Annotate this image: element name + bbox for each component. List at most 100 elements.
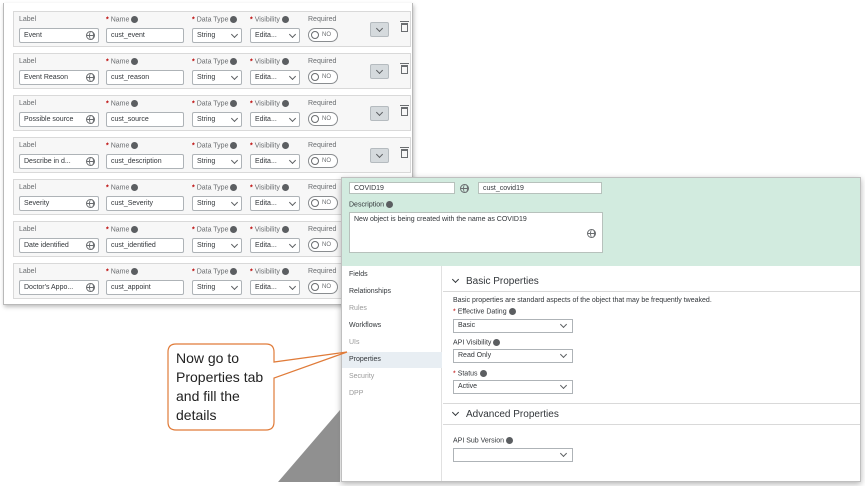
- api-visibility-select[interactable]: Read Only: [453, 349, 573, 363]
- data-type-select[interactable]: String: [192, 112, 242, 127]
- visibility-select[interactable]: Edita...: [250, 280, 300, 295]
- data-type-header: * Data Type: [192, 184, 238, 191]
- label-input[interactable]: Date identified: [19, 238, 99, 253]
- help-icon[interactable]: [385, 201, 393, 208]
- object-code-input[interactable]: cust_covid19: [478, 182, 602, 194]
- nav-item-properties[interactable]: Properties: [342, 352, 442, 368]
- effective-dating-select[interactable]: Basic: [453, 319, 573, 333]
- required-toggle[interactable]: NO: [308, 112, 338, 126]
- data-type-select[interactable]: String: [192, 154, 242, 169]
- visibility-header: * Visibility: [250, 142, 289, 149]
- help-icon[interactable]: [281, 58, 289, 65]
- required-toggle[interactable]: NO: [308, 154, 338, 168]
- label-input[interactable]: Possible source: [19, 112, 99, 127]
- globe-icon[interactable]: [86, 31, 95, 40]
- chevron-down-icon: [451, 275, 460, 284]
- name-input[interactable]: cust_reason: [106, 70, 184, 85]
- nav-item-workflows[interactable]: Workflows: [342, 318, 442, 334]
- help-icon[interactable]: [230, 58, 238, 65]
- name-header: * Name: [106, 100, 139, 107]
- data-type-select[interactable]: String: [192, 28, 242, 43]
- name-input[interactable]: cust_Severity: [106, 196, 184, 211]
- globe-icon[interactable]: [86, 115, 95, 124]
- advanced-properties-header[interactable]: Advanced Properties: [451, 408, 559, 420]
- help-icon[interactable]: [230, 226, 238, 233]
- help-icon[interactable]: [281, 226, 289, 233]
- globe-icon[interactable]: [86, 283, 95, 292]
- globe-icon[interactable]: [587, 229, 596, 238]
- help-icon[interactable]: [281, 16, 289, 23]
- nav-item-fields[interactable]: Fields: [342, 267, 442, 283]
- label-input[interactable]: Event: [19, 28, 99, 43]
- help-icon[interactable]: [131, 142, 139, 149]
- name-input[interactable]: cust_description: [106, 154, 184, 169]
- name-input[interactable]: cust_identified: [106, 238, 184, 253]
- label-input[interactable]: Doctor's Appo...: [19, 280, 99, 295]
- help-icon[interactable]: [230, 268, 238, 275]
- help-icon[interactable]: [131, 226, 139, 233]
- help-icon[interactable]: [479, 370, 487, 377]
- required-toggle[interactable]: NO: [308, 238, 338, 252]
- expand-row-button[interactable]: [370, 64, 389, 79]
- nav-item-relationships[interactable]: Relationships: [342, 284, 442, 300]
- help-icon[interactable]: [281, 142, 289, 149]
- required-toggle[interactable]: NO: [308, 28, 338, 42]
- help-icon[interactable]: [230, 184, 238, 191]
- help-icon[interactable]: [131, 16, 139, 23]
- expand-row-button[interactable]: [370, 148, 389, 163]
- nav-item-rules[interactable]: Rules: [342, 301, 442, 317]
- status-select[interactable]: Active: [453, 380, 573, 394]
- expand-row-button[interactable]: [370, 22, 389, 37]
- data-type-select[interactable]: String: [192, 70, 242, 85]
- trash-icon[interactable]: [400, 21, 409, 32]
- label-input[interactable]: Describe in d...: [19, 154, 99, 169]
- required-toggle[interactable]: NO: [308, 70, 338, 84]
- nav-item-security[interactable]: Security: [342, 369, 442, 385]
- help-icon[interactable]: [131, 58, 139, 65]
- basic-properties-header[interactable]: Basic Properties: [451, 275, 539, 287]
- description-textarea[interactable]: New object is being created with the nam…: [349, 212, 603, 253]
- data-type-select[interactable]: String: [192, 196, 242, 211]
- data-type-select[interactable]: String: [192, 280, 242, 295]
- globe-icon[interactable]: [86, 157, 95, 166]
- nav-item-dpp[interactable]: DPP: [342, 386, 442, 402]
- visibility-select[interactable]: Edita...: [250, 154, 300, 169]
- data-type-select[interactable]: String: [192, 238, 242, 253]
- label-input[interactable]: Severity: [19, 196, 99, 211]
- visibility-select[interactable]: Edita...: [250, 28, 300, 43]
- globe-icon[interactable]: [86, 241, 95, 250]
- help-icon[interactable]: [493, 339, 501, 346]
- help-icon[interactable]: [131, 268, 139, 275]
- object-label-input[interactable]: COVID19: [349, 182, 455, 194]
- basic-properties-title: Basic Properties: [466, 276, 539, 287]
- label-input[interactable]: Event Reason: [19, 70, 99, 85]
- help-icon[interactable]: [281, 184, 289, 191]
- globe-icon[interactable]: [86, 199, 95, 208]
- trash-icon[interactable]: [400, 63, 409, 74]
- api-sub-version-select[interactable]: [453, 448, 573, 462]
- help-icon[interactable]: [230, 16, 238, 23]
- globe-icon[interactable]: [460, 184, 469, 193]
- nav-item-uis[interactable]: UIs: [342, 335, 442, 351]
- visibility-select[interactable]: Edita...: [250, 70, 300, 85]
- required-toggle[interactable]: NO: [308, 196, 338, 210]
- trash-icon[interactable]: [400, 147, 409, 158]
- name-input[interactable]: cust_source: [106, 112, 184, 127]
- help-icon[interactable]: [505, 437, 513, 444]
- help-icon[interactable]: [281, 100, 289, 107]
- help-icon[interactable]: [508, 308, 516, 315]
- expand-row-button[interactable]: [370, 106, 389, 121]
- name-input[interactable]: cust_event: [106, 28, 184, 43]
- help-icon[interactable]: [281, 268, 289, 275]
- name-input[interactable]: cust_appoint: [106, 280, 184, 295]
- globe-icon[interactable]: [86, 73, 95, 82]
- help-icon[interactable]: [230, 100, 238, 107]
- required-toggle[interactable]: NO: [308, 280, 338, 294]
- help-icon[interactable]: [230, 142, 238, 149]
- visibility-select[interactable]: Edita...: [250, 196, 300, 211]
- visibility-select[interactable]: Edita...: [250, 238, 300, 253]
- trash-icon[interactable]: [400, 105, 409, 116]
- visibility-select[interactable]: Edita...: [250, 112, 300, 127]
- help-icon[interactable]: [131, 184, 139, 191]
- help-icon[interactable]: [131, 100, 139, 107]
